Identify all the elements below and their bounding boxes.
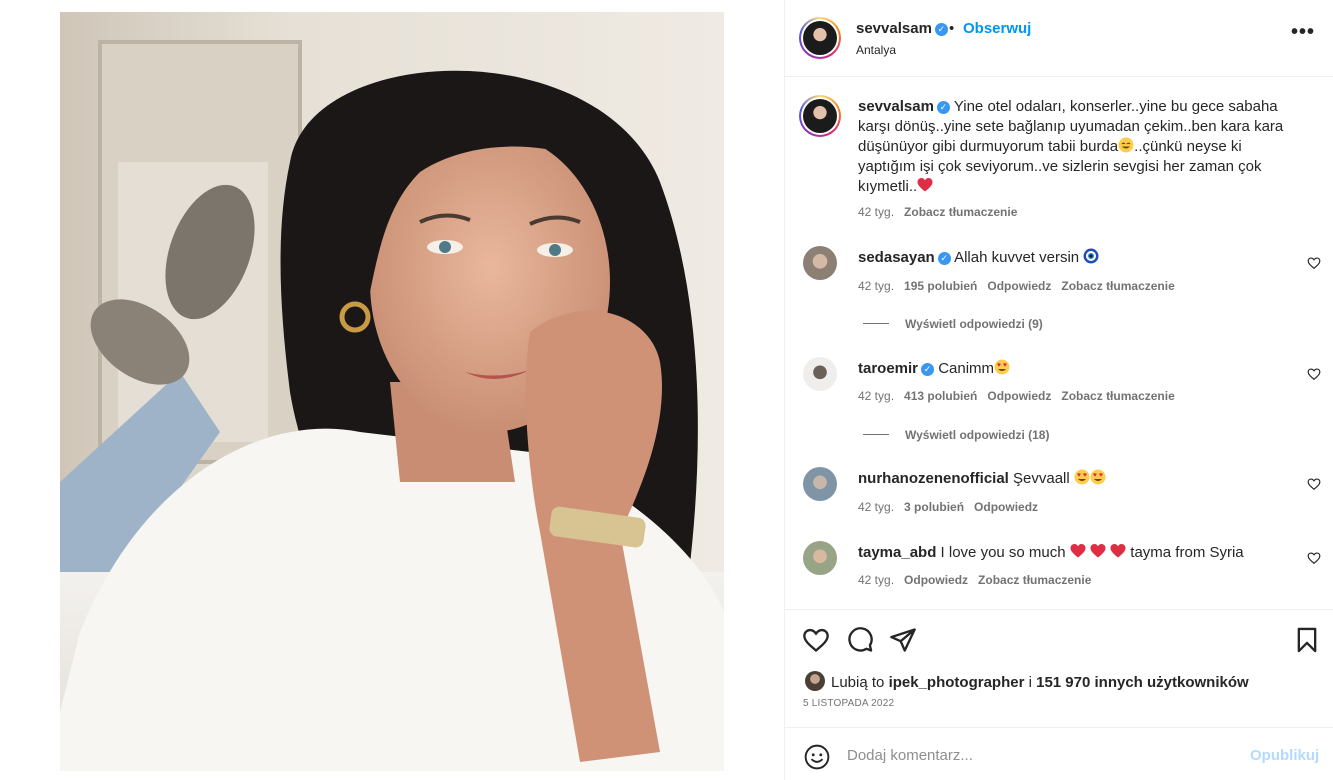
comment-row: nurhanozenenofficial Şevvaall <box>858 469 1106 487</box>
likes-connector: i <box>1028 674 1032 691</box>
reply-button[interactable]: Odpowiedz <box>987 279 1051 293</box>
comment-text: Canimm <box>938 360 995 377</box>
heart-eyes-emoji-icon <box>1074 469 1090 485</box>
post-date[interactable]: 5 LISTOPADA 2022 <box>803 698 894 709</box>
like-comment-icon[interactable] <box>1307 551 1321 565</box>
liker-username[interactable]: ipek_photographer <box>889 674 1025 691</box>
post-photo[interactable] <box>60 12 724 771</box>
comment-row: taroemir ✓ Canimm <box>858 359 1010 377</box>
comment-username[interactable]: nurhanozenenofficial <box>858 470 1009 487</box>
comment-text: I love you so much <box>940 544 1066 561</box>
comment-time[interactable]: 42 tyg. <box>858 389 894 403</box>
reply-button[interactable]: Odpowiedz <box>974 500 1038 514</box>
follow-button[interactable]: Obserwuj <box>963 20 1031 37</box>
like-comment-icon[interactable] <box>1307 477 1321 491</box>
like-comment-icon[interactable] <box>1307 367 1321 381</box>
add-comment-bar: Opublikuj <box>785 727 1333 780</box>
comment-avatar[interactable] <box>803 246 837 280</box>
comment-meta: 42 tyg. 3 polubień Odpowiedz <box>858 500 1038 514</box>
caption-time[interactable]: 42 tyg. <box>858 205 894 219</box>
reply-button[interactable]: Odpowiedz <box>904 573 968 587</box>
post-media-panel <box>0 0 784 780</box>
likes-prefix: Lubią to <box>831 674 885 691</box>
replies-divider <box>863 434 889 435</box>
comment-likes-count[interactable]: 195 polubień <box>904 279 977 293</box>
caption-author-avatar[interactable] <box>799 95 841 137</box>
comment-meta: 42 tyg. Odpowiedz Zobacz tłumaczenie <box>858 573 1091 587</box>
comment-input[interactable] <box>847 742 1227 768</box>
author-username[interactable]: sevvalsam <box>856 20 932 37</box>
post-header: sevvalsam ✓ • Obserwuj Antalya ••• <box>785 0 1333 77</box>
view-replies-button[interactable]: Wyświetl odpowiedzi (9) <box>863 317 1043 331</box>
emoji-picker-icon[interactable] <box>804 744 830 770</box>
like-heart-icon[interactable] <box>802 626 830 654</box>
publish-button[interactable]: Opublikuj <box>1250 747 1319 764</box>
comment-avatar[interactable] <box>803 357 837 391</box>
comment-meta: 42 tyg. 195 polubień Odpowiedz Zobacz tłuma… <box>858 279 1175 293</box>
comment-translate-link[interactable]: Zobacz tłumaczenie <box>1061 389 1174 403</box>
nazar-amulet-icon <box>1083 248 1099 264</box>
caption-meta: 42 tyg. Zobacz tłumaczenie <box>858 205 1017 219</box>
comment-avatar[interactable] <box>803 541 837 575</box>
caption-username[interactable]: sevvalsam <box>858 98 934 115</box>
comment-username[interactable]: sedasayan <box>858 249 935 266</box>
selfie-illustration <box>60 12 724 771</box>
reply-button[interactable]: Odpowiedz <box>987 389 1051 403</box>
liker-avatar[interactable] <box>805 671 825 691</box>
comment-username[interactable]: tayma_abd <box>858 544 936 561</box>
comment-row: tayma_abd I love you so much tayma from … <box>858 543 1244 561</box>
save-bookmark-icon[interactable] <box>1293 626 1321 654</box>
author-username-row[interactable]: sevvalsam ✓ <box>856 20 948 37</box>
comment-bubble-icon[interactable] <box>846 626 874 654</box>
comment-avatar[interactable] <box>803 467 837 501</box>
verified-badge-icon: ✓ <box>937 252 951 265</box>
red-heart-emoji-icon <box>1070 544 1086 558</box>
post-actions-bar <box>785 609 1333 669</box>
comment-username[interactable]: taroemir <box>858 360 918 377</box>
comment-text: Şevvaall <box>1013 470 1070 487</box>
view-replies-button[interactable]: Wyświetl odpowiedzi (18) <box>863 428 1049 442</box>
like-comment-icon[interactable] <box>1307 256 1321 270</box>
verified-badge-icon: ✓ <box>936 101 950 114</box>
likes-summary: Lubią to ipek_photographer i 151 970 inn… <box>805 671 1249 691</box>
red-heart-emoji-icon <box>1110 544 1126 558</box>
post-caption: sevvalsam ✓ Yine otel odaları, konserler.… <box>858 97 1298 197</box>
comment-text: Allah kuvvet versin <box>954 249 1080 266</box>
comment-meta: 42 tyg. 413 polubień Odpowiedz Zobacz tłuma… <box>858 389 1175 403</box>
red-heart-emoji-icon <box>917 178 933 192</box>
grinning-emoji-icon <box>1118 137 1134 153</box>
comment-time[interactable]: 42 tyg. <box>858 500 894 514</box>
post-location[interactable]: Antalya <box>856 43 896 57</box>
comment-time[interactable]: 42 tyg. <box>858 573 894 587</box>
caption-translate-link[interactable]: Zobacz tłumaczenie <box>904 205 1017 219</box>
view-replies-label: Wyświetl odpowiedzi (18) <box>905 428 1050 442</box>
likes-count[interactable]: 151 970 innych użytkowników <box>1036 674 1249 691</box>
replies-divider <box>863 323 889 324</box>
comment-row: sedasayan ✓ Allah kuvvet versin <box>858 248 1099 266</box>
comment-translate-link[interactable]: Zobacz tłumaczenie <box>1061 279 1174 293</box>
verified-badge-icon: ✓ <box>921 363 935 376</box>
comment-time[interactable]: 42 tyg. <box>858 279 894 293</box>
comment-likes-count[interactable]: 413 polubień <box>904 389 977 403</box>
heart-eyes-emoji-icon <box>994 359 1010 375</box>
red-heart-emoji-icon <box>1090 544 1106 558</box>
heart-eyes-emoji-icon <box>1090 469 1106 485</box>
comment-likes-count[interactable]: 3 polubień <box>904 500 964 514</box>
verified-badge-icon: ✓ <box>934 23 948 36</box>
author-avatar[interactable] <box>799 17 841 59</box>
more-options-button[interactable]: ••• <box>1291 22 1315 42</box>
comment-translate-link[interactable]: Zobacz tłumaczenie <box>978 573 1091 587</box>
view-replies-label: Wyświetl odpowiedzi (9) <box>905 317 1043 331</box>
share-paper-plane-icon[interactable] <box>889 626 917 654</box>
comment-text-suffix: tayma from Syria <box>1130 544 1244 561</box>
header-separator: • <box>949 20 955 37</box>
post-side-panel: sevvalsam ✓ • Obserwuj Antalya ••• sevval… <box>784 0 1333 780</box>
